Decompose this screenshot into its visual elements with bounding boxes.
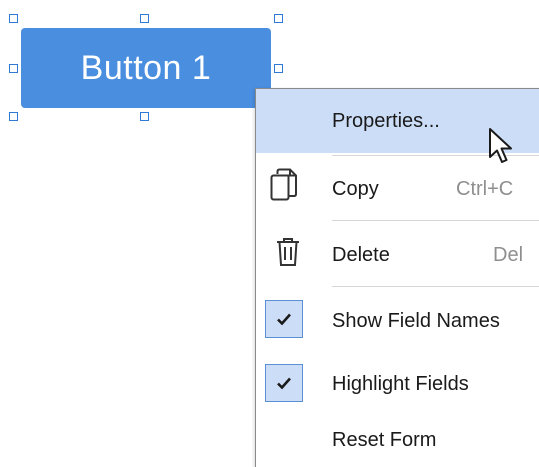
resize-handle-left[interactable] — [9, 64, 18, 73]
menu-item-reset-form[interactable]: Reset Form — [256, 414, 539, 467]
menu-item-label: Show Field Names — [332, 310, 500, 332]
menu-item-show-field-names[interactable]: Show Field Names — [256, 287, 539, 351]
menu-item-highlight-fields[interactable]: Highlight Fields — [256, 352, 539, 416]
copy-icon — [270, 168, 298, 208]
menu-item-shortcut: Ctrl+C — [456, 178, 514, 200]
resize-handle-top-left[interactable] — [9, 14, 18, 23]
resize-handle-top[interactable] — [140, 14, 149, 23]
menu-item-shortcut: Del — [493, 244, 524, 266]
canvas: Button 1 Properties... Copy Ctrl+C Delet… — [0, 0, 539, 467]
form-button-label: Button 1 — [80, 48, 212, 87]
resize-handle-top-right[interactable] — [274, 14, 283, 23]
menu-item-label: Highlight Fields — [332, 373, 469, 395]
mouse-pointer-icon — [488, 127, 516, 171]
menu-item-label: Copy — [332, 178, 379, 200]
resize-handle-right[interactable] — [274, 64, 283, 73]
checkmark-icon — [265, 300, 303, 338]
resize-handle-bottom[interactable] — [140, 112, 149, 121]
menu-item-label: Delete — [332, 244, 390, 266]
menu-item-delete[interactable]: Delete Del — [256, 221, 539, 285]
trash-icon — [276, 237, 300, 271]
menu-item-label: Reset Form — [332, 429, 437, 451]
resize-handle-bottom-left[interactable] — [9, 112, 18, 121]
menu-item-label: Properties... — [332, 110, 440, 132]
form-button-field[interactable]: Button 1 — [21, 28, 271, 108]
checkmark-icon — [265, 364, 303, 402]
